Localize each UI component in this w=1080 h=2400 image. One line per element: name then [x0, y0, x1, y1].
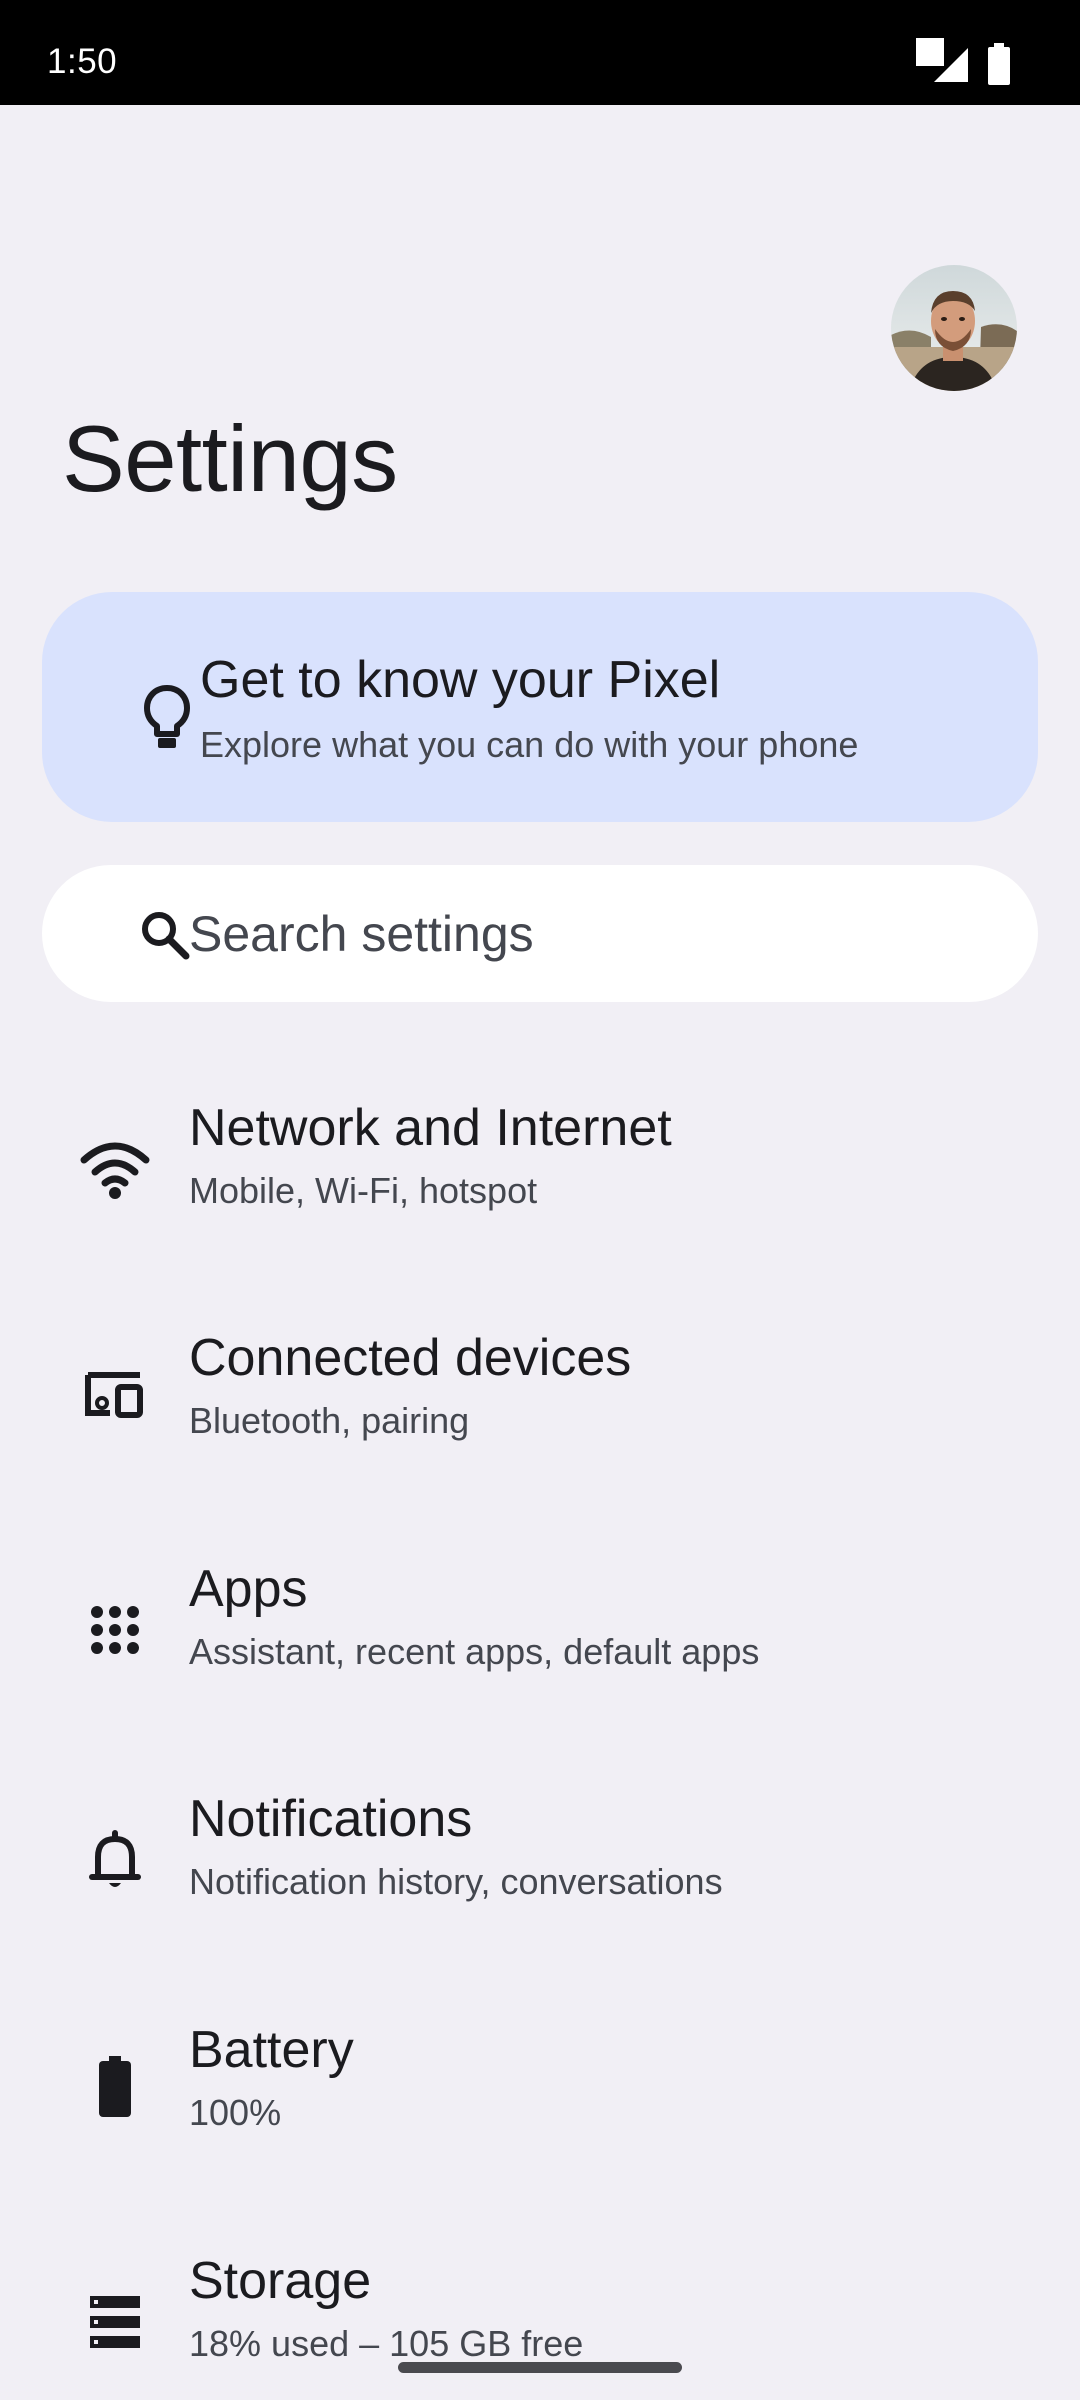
card-title: Get to know your Pixel: [200, 651, 721, 709]
item-subtitle: Notification history, conversations: [189, 1861, 723, 1902]
search-input[interactable]: Search settings: [42, 865, 1038, 1002]
cell-signal-icon: [934, 48, 968, 82]
battery-full-icon: [988, 43, 1010, 85]
item-title: Battery: [189, 2021, 354, 2079]
settings-item-apps[interactable]: Apps Assistant, recent apps, default app…: [0, 1559, 1080, 1759]
item-subtitle: Bluetooth, pairing: [189, 1400, 470, 1441]
avatar[interactable]: [891, 265, 1017, 391]
item-subtitle: 100%: [189, 2092, 282, 2133]
settings-item-network[interactable]: Network and Internet Mobile, Wi-Fi, hots…: [0, 1098, 1080, 1298]
get-to-know-pixel-card[interactable]: Get to know your Pixel Explore what you …: [42, 592, 1038, 822]
item-title: Network and Internet: [189, 1099, 672, 1157]
settings-item-storage[interactable]: Storage 18% used – 105 GB free: [0, 2251, 1080, 2400]
lightbulb-icon: [144, 685, 190, 748]
item-subtitle: Assistant, recent apps, default apps: [189, 1631, 760, 1672]
apps-grid-icon: [91, 1606, 139, 1654]
devices-icon: [85, 1372, 143, 1418]
settings-item-notifications[interactable]: Notifications Notification history, conv…: [0, 1789, 1080, 1989]
settings-item-battery[interactable]: Battery 100%: [0, 2020, 1080, 2220]
item-title: Apps: [189, 1560, 308, 1618]
bell-icon: [89, 1830, 141, 1887]
page-title: Settings: [62, 406, 398, 511]
card-subtitle: Explore what you can do with your phone: [200, 724, 859, 765]
item-subtitle: 18% used – 105 GB free: [189, 2323, 584, 2364]
status-bar: 1:50: [0, 0, 1080, 105]
home-gesture-handle[interactable]: [398, 2362, 682, 2373]
wifi-icon: [80, 1142, 150, 1199]
storage-icon: [90, 2296, 140, 2348]
item-title: Storage: [189, 2252, 372, 2310]
status-time: 1:50: [47, 42, 118, 81]
settings-screen: 1:50 Settings Get to know your Pixel Exp…: [0, 0, 1080, 2400]
profile-photo-icon: [891, 265, 1017, 391]
battery-icon: [99, 2056, 131, 2117]
item-title: Notifications: [189, 1790, 473, 1848]
status-icons: [880, 0, 1080, 105]
item-title: Connected devices: [189, 1329, 632, 1387]
search-placeholder: Search settings: [189, 906, 534, 962]
settings-item-connected-devices[interactable]: Connected devices Bluetooth, pairing: [0, 1328, 1080, 1528]
search-icon: [142, 912, 190, 960]
item-subtitle: Mobile, Wi-Fi, hotspot: [189, 1170, 538, 1211]
